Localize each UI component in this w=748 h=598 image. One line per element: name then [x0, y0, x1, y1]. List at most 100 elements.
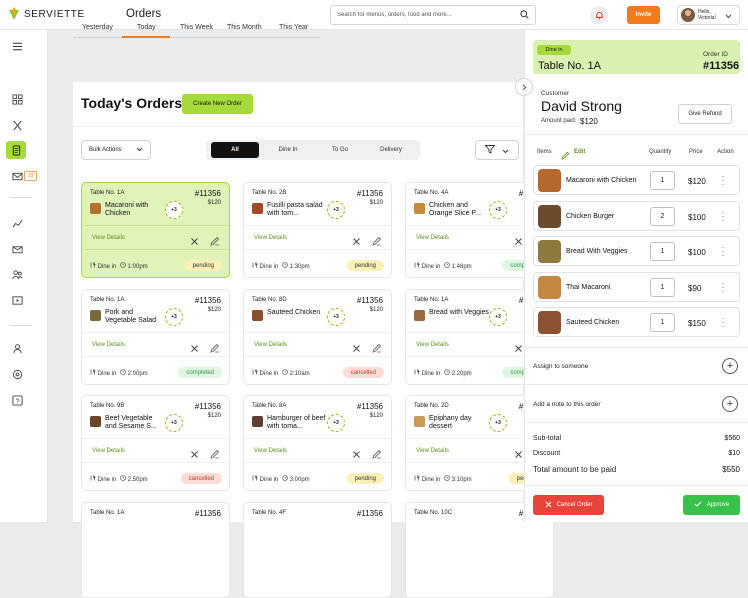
view-details-link[interactable]: View Details	[416, 342, 449, 348]
more-items-badge[interactable]: +3	[165, 414, 183, 432]
more-items-badge[interactable]: +3	[327, 308, 345, 326]
notification-bell-icon[interactable]	[590, 6, 608, 24]
orders-icon[interactable]	[6, 141, 26, 159]
tab-this-year[interactable]: This Year	[279, 24, 308, 31]
tab-this-month[interactable]: This Month	[227, 24, 262, 31]
clock-icon	[120, 369, 126, 377]
more-items-badge[interactable]: +3	[489, 414, 507, 432]
invite-button[interactable]: Invite	[627, 6, 660, 24]
view-details-link[interactable]: View Details	[92, 448, 125, 454]
more-actions-icon[interactable]: · · ·	[721, 209, 725, 225]
close-icon[interactable]	[514, 233, 523, 245]
mail-icon[interactable]	[11, 243, 23, 255]
menu-icon[interactable]	[11, 40, 23, 52]
brand-logo[interactable]: SERVIETTE	[8, 7, 85, 21]
close-icon[interactable]	[190, 446, 199, 458]
card-order-id: #11356	[356, 189, 383, 198]
quantity-field[interactable]: 1	[650, 242, 675, 261]
media-icon[interactable]	[11, 294, 23, 306]
order-card[interactable]: Table No. 8D #11356 $120 Sauteed Chicken +3 V…	[243, 289, 392, 385]
edit-icon[interactable]	[372, 233, 382, 246]
give-refund-button[interactable]: Give Refund	[678, 104, 732, 124]
filter-all[interactable]: All	[211, 142, 259, 158]
divider	[244, 332, 391, 333]
order-card[interactable]: Table No. 8A #11356 $120 Hamburger of beef …	[243, 395, 392, 491]
order-card[interactable]: Table No. 1A #11356 $120 Macaroni with Chic…	[81, 182, 230, 278]
card-order-id: #11356	[356, 509, 383, 518]
tab-this-week[interactable]: This Week	[180, 24, 213, 31]
dashboard-icon[interactable]	[11, 93, 23, 105]
settings-icon[interactable]	[11, 368, 23, 380]
divider	[82, 225, 229, 226]
close-icon[interactable]	[352, 446, 361, 458]
edit-icon[interactable]	[372, 446, 382, 459]
filter-button[interactable]	[475, 140, 519, 160]
close-icon[interactable]	[190, 233, 199, 245]
more-items-badge[interactable]: +3	[327, 414, 345, 432]
more-actions-icon[interactable]: · · ·	[721, 244, 725, 260]
tab-yesterday[interactable]: Yesterday	[82, 24, 113, 31]
edit-icon[interactable]	[372, 340, 382, 353]
quantity-field[interactable]: 1	[650, 278, 675, 297]
order-card[interactable]: Table No. 4F #11356	[243, 502, 392, 598]
close-icon[interactable]	[352, 233, 361, 245]
analytics-icon[interactable]	[11, 217, 23, 229]
quantity-field[interactable]: 2	[650, 207, 675, 226]
page-title: Orders	[126, 8, 162, 20]
items-header: Items	[537, 149, 552, 155]
view-details-link[interactable]: View Details	[254, 342, 287, 348]
view-details-link[interactable]: View Details	[416, 235, 449, 241]
more-items-badge[interactable]: +3	[327, 201, 345, 219]
close-icon[interactable]	[190, 340, 199, 352]
view-details-link[interactable]: View Details	[254, 235, 287, 241]
divider	[244, 225, 391, 226]
filter-dine-in[interactable]: Dine In	[264, 142, 312, 158]
filter-delivery[interactable]: Delivery	[366, 142, 416, 158]
edit-icon[interactable]	[210, 340, 220, 353]
more-actions-icon[interactable]: · · ·	[721, 315, 725, 331]
view-details-link[interactable]: View Details	[254, 448, 287, 454]
filter-to-go[interactable]: To Go	[316, 142, 364, 158]
view-details-link[interactable]: View Details	[92, 342, 125, 348]
more-actions-icon[interactable]: · · ·	[721, 280, 725, 296]
utensils-icon[interactable]	[11, 119, 23, 131]
search-icon[interactable]	[520, 6, 529, 24]
quantity-field[interactable]: 1	[650, 171, 675, 190]
cancel-order-button[interactable]: Cancel Order	[533, 495, 604, 515]
edit-icon[interactable]	[561, 147, 570, 165]
search-input[interactable]	[337, 12, 520, 18]
quantity-field[interactable]: 1	[650, 313, 675, 332]
edit-icon[interactable]	[210, 233, 220, 246]
bulk-actions-dropdown[interactable]: Bulk Actions	[81, 140, 151, 160]
inbox-icon[interactable]	[11, 170, 23, 182]
order-card[interactable]: Table No. 1A #11356 $120 Pork and Vegetable…	[81, 289, 230, 385]
order-card[interactable]: Table No. 9B #11356 $120 Beef Vegetable and…	[81, 395, 230, 491]
order-card[interactable]: Table No. 2B #11356 $120 Fusilli pasta sala…	[243, 182, 392, 278]
more-items-badge[interactable]: +3	[165, 201, 183, 219]
view-details-link[interactable]: View Details	[416, 448, 449, 454]
approve-button[interactable]: Approve	[683, 495, 740, 515]
more-items-badge[interactable]: +3	[489, 308, 507, 326]
user-menu[interactable]: Hello, Victoria!	[677, 5, 740, 25]
item-price: $90	[688, 284, 702, 293]
edit-items-button[interactable]: Edit	[574, 149, 585, 155]
tab-today[interactable]: Today	[137, 24, 156, 31]
search-box[interactable]	[330, 5, 536, 25]
view-details-link[interactable]: View Details	[92, 235, 125, 241]
assign-add-button[interactable]: +	[722, 358, 738, 374]
users-icon[interactable]	[11, 268, 23, 280]
help-icon[interactable]: ?	[11, 394, 23, 406]
more-items-badge[interactable]: +3	[489, 201, 507, 219]
order-card[interactable]: Table No. 1A #11356	[81, 502, 230, 598]
note-add-button[interactable]: +	[722, 396, 738, 412]
close-icon[interactable]	[514, 340, 523, 352]
profile-icon[interactable]	[11, 342, 23, 354]
edit-icon[interactable]	[210, 446, 220, 459]
create-order-button[interactable]: Create New Order	[182, 94, 253, 114]
close-icon[interactable]	[352, 340, 361, 352]
collapse-panel-button[interactable]	[515, 78, 533, 96]
divider	[525, 134, 748, 135]
close-icon[interactable]	[514, 446, 523, 458]
more-actions-icon[interactable]: · · ·	[721, 173, 725, 189]
more-items-badge[interactable]: +3	[165, 308, 183, 326]
